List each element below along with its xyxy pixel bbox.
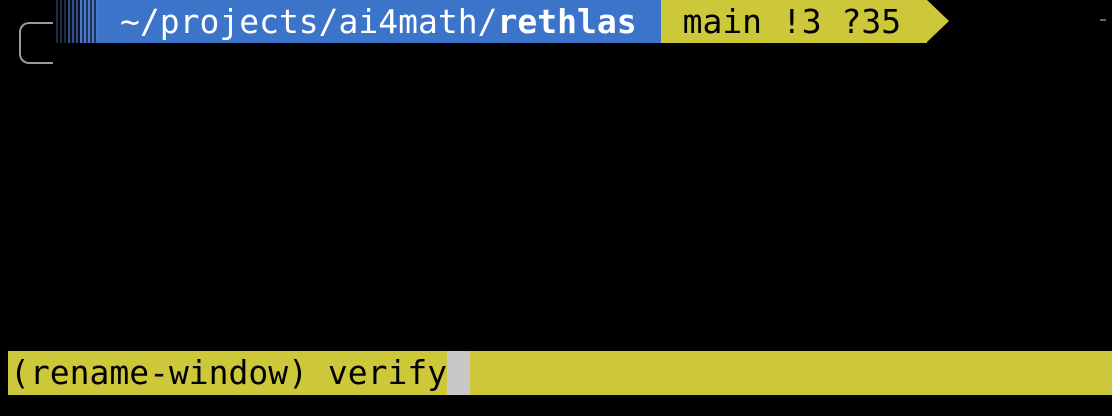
text-cursor [447,351,471,395]
prompt-directory-segment: ~/projects/ai4math/rethlas [98,0,661,43]
prompt-dither-decoration [56,0,98,43]
shell-prompt: ~/projects/ai4math/rethlas main !3 ?35 [0,0,950,43]
prompt-bracket-icon [19,22,53,64]
directory-path-prefix: ~/projects/ai4math/ [120,2,498,41]
prompt-trail-dot [1100,19,1106,21]
git-status: main !3 ?35 [682,2,902,41]
directory-current: rethlas [497,2,637,41]
prompt-arrow-icon [927,0,950,42]
rename-window-input[interactable]: (rename-window) verify [8,351,447,395]
prompt-git-segment: main !3 ?35 [660,0,928,43]
tmux-status-bar[interactable]: (rename-window) verify [8,351,1112,395]
